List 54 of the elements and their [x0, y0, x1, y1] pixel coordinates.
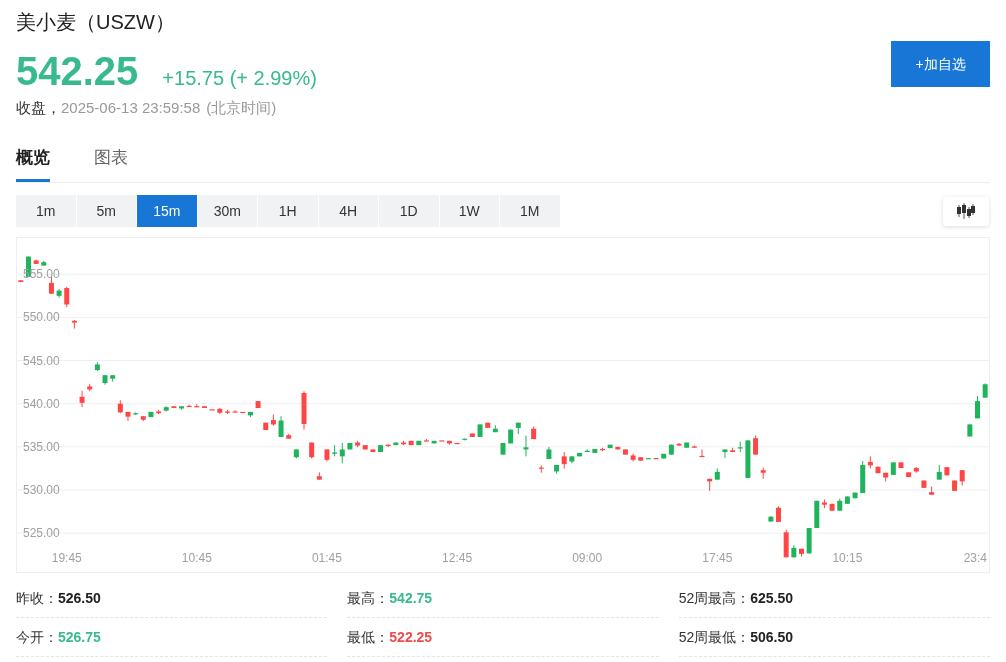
time-axis-label: 10:45	[181, 551, 212, 565]
time-axis-label: 10:15	[832, 551, 863, 565]
stat-value: 526.50	[58, 588, 101, 608]
tab[interactable]: 概览	[16, 146, 50, 182]
interval-tab[interactable]: 15m	[137, 195, 197, 227]
time-axis-label: 09:00	[572, 551, 603, 565]
time-axis-label: 23:4	[963, 551, 987, 565]
stat-value: 522.25	[389, 627, 433, 647]
time-axis-label: 19:45	[51, 551, 82, 565]
candlestick	[278, 415, 284, 438]
stat-value: 506.50	[750, 627, 794, 647]
price-axis-label: 525.00	[23, 526, 60, 541]
chart-type-button[interactable]	[943, 196, 989, 226]
last-price: 542.25	[16, 51, 139, 91]
candlestick	[339, 442, 345, 464]
price-axis-label: 540.00	[23, 396, 60, 411]
interval-tab[interactable]: 1D	[379, 195, 439, 227]
stat-label: 最低：	[347, 627, 390, 647]
market-status: 收盘，	[16, 99, 61, 117]
interval-tab[interactable]: 5m	[76, 195, 136, 227]
candlestick	[722, 448, 728, 459]
candlestick	[232, 409, 238, 413]
stat-label: 最高：	[347, 588, 390, 608]
candlestick-icon	[957, 203, 975, 219]
timezone: (北京时间)	[206, 99, 277, 117]
interval-tab[interactable]: 1W	[439, 195, 499, 227]
interval-tab[interactable]: 1H	[258, 195, 318, 227]
tab[interactable]: 图表	[94, 146, 128, 182]
price-change: +15.75 (+ 2.99%)	[162, 66, 317, 91]
stat-label: 昨收：	[16, 588, 58, 608]
price-axis-label: 550.00	[23, 310, 60, 325]
candlestick	[523, 435, 529, 457]
candlestick	[753, 435, 759, 456]
time-axis-label: 12:45	[442, 551, 473, 565]
stat-label: 52周最低：	[678, 627, 751, 647]
stat-label: 今开：	[16, 627, 58, 647]
add-watchlist-button[interactable]: +加自选	[891, 41, 990, 87]
interval-tab[interactable]: 30m	[197, 195, 257, 227]
timestamp: 2025-06-13 23:59:58	[61, 99, 201, 117]
interval-tab[interactable]: 1m	[16, 195, 76, 227]
stat-value: 625.50	[750, 588, 794, 608]
time-axis-label: 17:45	[702, 551, 733, 565]
stat-value: 542.75	[389, 588, 433, 608]
candlestick	[64, 286, 70, 308]
price-axis-label: 530.00	[23, 483, 60, 497]
stat-value: 526.75	[58, 627, 101, 647]
instrument-title: 美小麦（USZW）	[16, 10, 176, 35]
time-axis-label: 01:45	[311, 551, 342, 565]
price-axis-label: 545.00	[23, 353, 60, 368]
price-axis-label: 535.00	[23, 439, 60, 454]
interval-tab[interactable]: 4H	[318, 195, 378, 227]
stat-label: 52周最高：	[678, 588, 751, 608]
candlestick	[79, 390, 85, 408]
interval-tab[interactable]: 1M	[500, 195, 560, 227]
